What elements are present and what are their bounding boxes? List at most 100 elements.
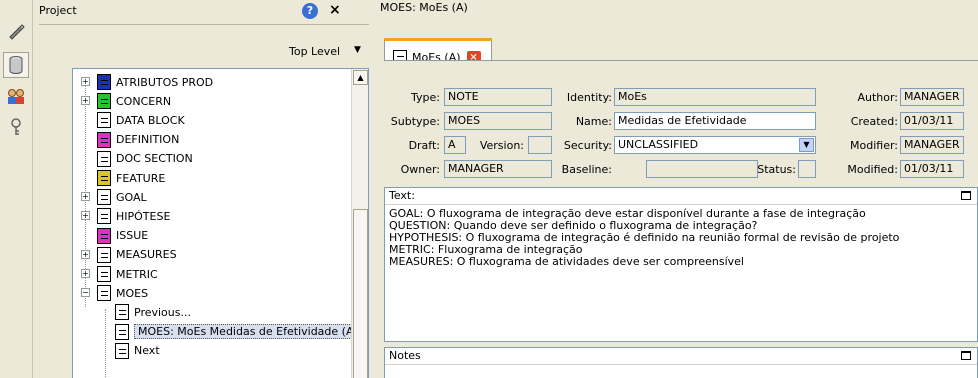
author-field: MANAGER — [900, 88, 964, 106]
level-selector[interactable]: Top Level ▼ — [33, 42, 373, 62]
status-label: Status: — [757, 163, 796, 176]
text-panel-title: Text: — [389, 189, 415, 202]
identity-label: Identity: — [566, 91, 612, 104]
help-icon[interactable]: ? — [302, 3, 318, 19]
tree-connector — [105, 309, 106, 378]
security-label: Security: — [563, 139, 612, 152]
editor-title: MOES: MoEs (A) — [378, 0, 978, 16]
baseline-field — [646, 160, 758, 178]
draft-field: A — [444, 136, 466, 154]
tree-item-label: DATA BLOCK — [116, 113, 185, 127]
text-body[interactable]: GOAL: O fluxograma de integração deve es… — [385, 205, 977, 271]
tree-item-label: FEATURE — [116, 171, 166, 185]
tree-item[interactable]: Previous... — [115, 302, 191, 322]
owner-field: MANAGER — [444, 160, 552, 178]
level-selector-value: Top Level — [289, 45, 341, 58]
name-field[interactable]: Medidas de Efetividade — [614, 112, 816, 130]
tree-item[interactable]: Next — [115, 341, 160, 361]
tree-item-label: DEFINITION — [116, 133, 180, 147]
type-field: NOTE — [444, 88, 552, 106]
expand-icon[interactable]: + — [81, 269, 90, 278]
tool-strip — [0, 0, 33, 378]
project-panel: Project ? × Top Level ▼ + ATRIBUTOS PROD +… — [33, 0, 373, 378]
tree-item-label: ATRIBUTOS PROD — [116, 75, 214, 89]
name-label: Name: — [575, 115, 612, 128]
tree-item[interactable]: GOAL — [97, 187, 147, 207]
tree-item-label: Next — [134, 344, 160, 358]
tree-item[interactable]: DOC SECTION — [97, 149, 193, 169]
pen-icon[interactable] — [5, 20, 27, 42]
subtype-label: Subtype: — [390, 115, 440, 128]
tree-item-label: ISSUE — [116, 229, 149, 243]
header-divider — [39, 24, 369, 25]
tree-item[interactable]: ISSUE — [97, 226, 148, 246]
key-icon[interactable] — [5, 116, 27, 138]
tree-item-label: DOC SECTION — [116, 152, 193, 166]
version-field — [528, 136, 552, 154]
notes-panel[interactable]: Notes — [384, 347, 978, 378]
document-icon — [115, 304, 129, 321]
document-icon — [115, 342, 129, 359]
tree-item[interactable]: DATA BLOCK — [97, 110, 185, 130]
collapse-icon[interactable]: − — [81, 288, 90, 298]
version-label: Version: — [479, 139, 524, 152]
tree-item-label: CONCERN — [116, 94, 172, 108]
editor-content: Type: NOTE Subtype: MOES Draft: A Versio… — [384, 60, 978, 378]
tree-item-label: MOES — [116, 286, 149, 300]
modified-field: 01/03/11 — [900, 160, 964, 178]
tree-item[interactable]: CONCERN — [97, 91, 171, 111]
text-panel-header: Text: — [385, 188, 977, 205]
type-label: Type: — [411, 91, 440, 104]
tree-scrollbar[interactable]: ▲ — [351, 69, 368, 378]
project-title: Project — [39, 4, 77, 17]
modified-label: Modified: — [847, 163, 898, 176]
document-icon — [97, 170, 111, 186]
security-select-value: UNCLASSIFIED — [618, 138, 699, 151]
document-icon — [97, 208, 111, 225]
modifier-label: Modifier: — [850, 139, 898, 152]
scroll-thumb[interactable] — [353, 209, 368, 378]
tree-item[interactable]: FEATURE — [97, 168, 165, 188]
close-icon[interactable]: × — [329, 2, 341, 18]
expand-icon[interactable]: + — [81, 96, 90, 106]
tree-item-label: METRIC — [116, 267, 158, 281]
subtype-field: MOES — [444, 112, 552, 130]
maximize-icon[interactable] — [961, 191, 971, 200]
tree-item[interactable]: MEASURES — [97, 245, 177, 265]
project-tree[interactable]: + ATRIBUTOS PROD + CONCERN DATA BLOCK DEFINIT… — [72, 68, 369, 378]
chevron-down-icon[interactable]: ▼ — [354, 45, 361, 55]
text-line: MEASURES: O fluxograma de atividades dev… — [389, 255, 744, 268]
tree-item[interactable]: METRIC — [97, 264, 158, 284]
users-icon[interactable] — [5, 86, 27, 108]
expand-icon[interactable]: + — [81, 192, 90, 202]
tree-item[interactable]: ATRIBUTOS PROD — [97, 72, 213, 92]
document-icon — [97, 74, 111, 90]
expand-icon[interactable]: + — [81, 211, 90, 221]
document-icon — [115, 323, 129, 340]
document-icon — [97, 131, 111, 148]
tree-item[interactable]: MOES — [97, 283, 148, 303]
tree-item-label: HIPÓTESE — [116, 209, 171, 223]
document-icon — [97, 285, 111, 302]
identity-field: MoEs — [614, 88, 816, 106]
tree-item[interactable]: HIPÓTESE — [97, 206, 170, 226]
chevron-down-icon[interactable]: ▼ — [799, 138, 814, 152]
tree-item[interactable]: MOES: MoEs Medidas de Efetividade (A) — [115, 322, 362, 342]
maximize-icon[interactable] — [961, 351, 971, 360]
security-select[interactable]: UNCLASSIFIED ▼ — [614, 136, 816, 154]
text-panel[interactable]: Text: GOAL: O fluxograma de integração d… — [384, 187, 978, 342]
modifier-field: MANAGER — [900, 136, 964, 154]
tab-bar: MoEs (A) × — [378, 16, 978, 74]
document-icon — [97, 189, 111, 206]
author-label: Author: — [857, 91, 898, 104]
project-panel-header: Project ? × — [33, 0, 373, 22]
status-field — [798, 160, 816, 178]
tree-item-label: MEASURES — [116, 248, 177, 262]
cylinder-icon[interactable] — [3, 52, 29, 78]
created-field: 01/03/11 — [900, 112, 964, 130]
expand-icon[interactable]: + — [81, 77, 90, 86]
document-icon — [97, 150, 111, 167]
expand-icon[interactable]: + — [81, 249, 90, 259]
scroll-up-icon[interactable]: ▲ — [353, 70, 368, 85]
tree-item[interactable]: DEFINITION — [97, 130, 179, 150]
